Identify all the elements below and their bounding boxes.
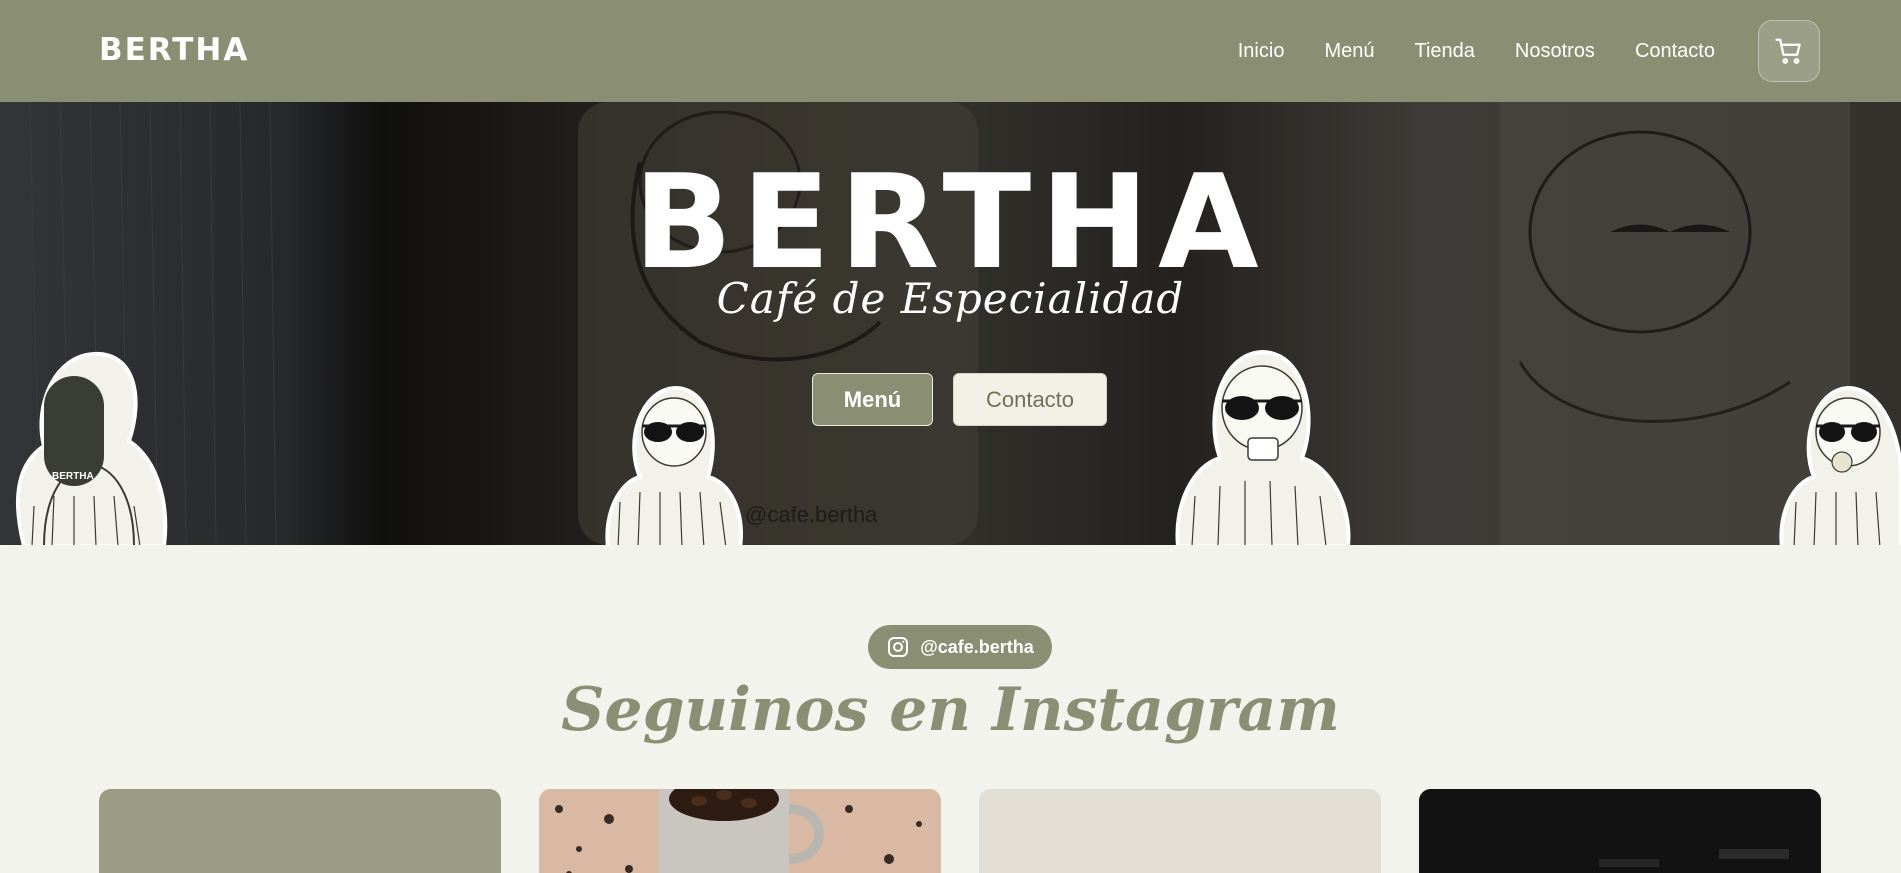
sticker-woman-sunglasses (605, 385, 743, 545)
nav-link-contacto[interactable]: Contacto (1635, 40, 1715, 63)
hero-buttons: Menú Contacto (812, 373, 1107, 426)
top-navbar: BERTHA Inicio Menú Tienda Nosotros Conta… (0, 0, 1901, 102)
nav-link-nosotros[interactable]: Nosotros (1515, 40, 1595, 63)
contact-button[interactable]: Contacto (953, 373, 1107, 426)
hero-title: BERTHA (633, 146, 1268, 298)
nav-link-inicio[interactable]: Inicio (1238, 40, 1285, 63)
coffee-beans-photo (539, 789, 941, 873)
instagram-post-3[interactable] (979, 789, 1381, 873)
sticker-woman-with-bag: BERTHA (16, 351, 168, 545)
sticker-bag-text: BERTHA (52, 471, 94, 482)
nav-link-tienda[interactable]: Tienda (1414, 40, 1474, 63)
sticker-woman-coffee (1175, 349, 1351, 545)
instagram-post-2[interactable] (539, 789, 941, 873)
hero-section: @cafe.bertha BERTHA Café de Especialidad… (0, 102, 1901, 545)
sticker-woman-cookie (1779, 385, 1901, 545)
nav-links: Inicio Menú Tienda Nosotros Contacto (1238, 0, 1715, 102)
instagram-section-title: Seguinos en Instagram (561, 675, 1340, 745)
cart-button[interactable] (1758, 20, 1820, 82)
instagram-handle: @cafe.bertha (920, 636, 1034, 657)
menu-button[interactable]: Menú (812, 373, 933, 426)
instagram-post-4[interactable] (1419, 789, 1821, 873)
espresso-machine-photo (1419, 789, 1821, 873)
site-logo[interactable]: BERTHA (99, 32, 249, 68)
instagram-handle-badge[interactable]: @cafe.bertha (868, 625, 1052, 669)
hero-subtitle: Café de Especialidad (716, 274, 1185, 323)
cart-icon (1775, 38, 1801, 64)
instagram-icon (888, 637, 909, 657)
nav-link-menu[interactable]: Menú (1324, 40, 1374, 63)
instagram-post-1[interactable] (99, 789, 501, 873)
